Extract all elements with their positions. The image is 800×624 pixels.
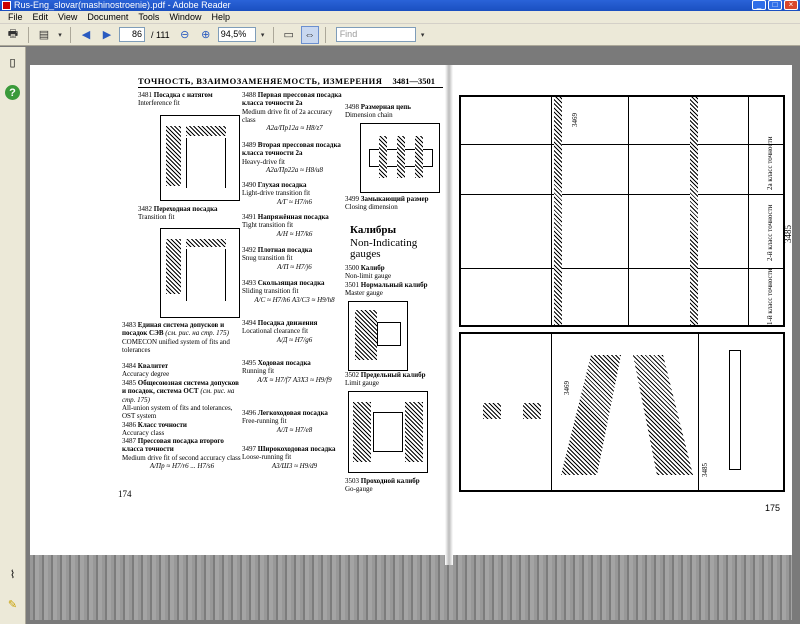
help-icon[interactable]: ? bbox=[5, 85, 20, 100]
table-rule bbox=[459, 268, 785, 269]
entry: 3503 Проходной калибр Go-gauge bbox=[345, 477, 420, 494]
page-number-left: 174 bbox=[118, 489, 132, 499]
hole-section-figure bbox=[483, 395, 541, 425]
next-page-icon[interactable]: ▶ bbox=[98, 26, 116, 44]
navigation-panel: ▯ ? ⌇ ✎ bbox=[0, 47, 26, 624]
menu-bar: File Edit View Document Tools Window Hel… bbox=[0, 11, 800, 24]
find-input[interactable]: Find bbox=[335, 27, 416, 42]
shaft-figure bbox=[721, 350, 751, 470]
toolbar-separator bbox=[272, 26, 274, 43]
entry: 3483 Единая система допусков и посадок С… bbox=[122, 321, 230, 354]
entry: 3501 Нормальный калибр Master gauge bbox=[345, 281, 428, 298]
minimize-button[interactable]: _ bbox=[752, 0, 766, 10]
master-gauge-figure bbox=[348, 301, 408, 371]
page-total: / 111 bbox=[151, 29, 170, 40]
page-number-input[interactable]: 86 bbox=[119, 27, 145, 42]
table-label: 2-й класс точности bbox=[766, 204, 774, 261]
hatched-band bbox=[554, 97, 562, 325]
entry: 3482 Переходная посадка Transition fit bbox=[138, 205, 218, 222]
menu-edit[interactable]: Edit bbox=[28, 11, 54, 23]
entry: 3502 Предельный калибр Limit gauge bbox=[345, 371, 426, 388]
attachments-icon[interactable]: ⌇ bbox=[5, 567, 20, 582]
entry: 3500 Калибр Non-limit gauge bbox=[345, 264, 392, 281]
page-number-right: 175 bbox=[765, 503, 781, 513]
dimension-chain-figure bbox=[360, 123, 440, 193]
entry: 3486 Класс точности Accuracy class bbox=[122, 421, 187, 438]
entry: 3489 Вторая прессовая посадка класса точ… bbox=[242, 141, 341, 174]
section-title-en: Non-Indicating gauges bbox=[350, 237, 418, 260]
table-rule bbox=[551, 332, 552, 492]
interference-fit-figure bbox=[160, 115, 240, 201]
limit-gauge-figure bbox=[348, 391, 428, 473]
header-rule bbox=[138, 87, 443, 88]
fits-table-frame bbox=[459, 95, 785, 327]
zoom-out-icon[interactable]: ⊖ bbox=[176, 26, 194, 44]
entry: 3493 Скользящая посадка Sliding transitio… bbox=[242, 279, 335, 304]
entry: 3481 Посадка с натягом Interference fit bbox=[138, 91, 213, 108]
pages-icon[interactable]: ▯ bbox=[5, 55, 20, 70]
entry: 3495 Ходовая посадка Running fit А/Х ≈ H7/… bbox=[242, 359, 332, 384]
header-range: 3481—3501 bbox=[392, 76, 436, 86]
save-copy-icon[interactable]: ▤ bbox=[35, 26, 53, 44]
maximize-button[interactable]: □ bbox=[768, 0, 782, 10]
menu-window[interactable]: Window bbox=[164, 11, 206, 23]
diagram-label: 3485 bbox=[701, 463, 709, 477]
zoom-input[interactable]: 94,5% bbox=[217, 27, 256, 42]
menu-help[interactable]: Help bbox=[206, 11, 235, 23]
toolbar-separator bbox=[28, 26, 29, 43]
entry: 3488 Первая прессовая посадка класса точ… bbox=[242, 91, 342, 133]
menu-view[interactable]: View bbox=[53, 11, 82, 23]
entry: 3490 Глухая посадка Light-drive transitio… bbox=[242, 181, 313, 206]
menu-document[interactable]: Document bbox=[82, 11, 133, 23]
table-rule bbox=[459, 144, 785, 145]
toolbar-separator bbox=[324, 26, 326, 43]
diagram-label: 3469 bbox=[563, 381, 571, 395]
table-label: 2а класс точности bbox=[766, 136, 774, 190]
table-label: 1-й класс точности bbox=[766, 268, 774, 325]
fit-page-icon[interactable]: ▭ bbox=[280, 26, 298, 44]
table-rule bbox=[459, 194, 785, 195]
page-header: ТОЧНОСТЬ, ВЗАИМОЗАМЕНЯЕМОСТЬ, ИЗМЕРЕНИЯ bbox=[138, 76, 383, 86]
comments-icon[interactable]: ✎ bbox=[5, 597, 20, 612]
previous-page-icon[interactable]: ◀ bbox=[77, 26, 95, 44]
right-page: 3469 2а класс точности 2-й класс точност… bbox=[453, 65, 793, 565]
hatched-band bbox=[690, 97, 698, 325]
entry: 3492 Плотная посадка Snug transition fit А… bbox=[242, 246, 313, 271]
entry: 3491 Напряжённая посадка Tight transition… bbox=[242, 213, 329, 238]
menu-file[interactable]: File bbox=[3, 11, 28, 23]
table-rule bbox=[748, 95, 749, 327]
entry: 3497 Широкоходовая посадка Loose-running … bbox=[242, 445, 336, 470]
entry: 3499 Замыкающий размер Closing dimension bbox=[345, 195, 429, 212]
menu-tools[interactable]: Tools bbox=[133, 11, 164, 23]
chevron-down-icon[interactable]: ▾ bbox=[56, 26, 64, 44]
table-label: 3469 bbox=[571, 113, 579, 127]
table-rule bbox=[698, 332, 699, 492]
section-title-ru: Калибры bbox=[350, 224, 397, 236]
title-bar: Rus-Eng_slovar(mashinostroenie).pdf - Ad… bbox=[0, 0, 800, 11]
table-rule bbox=[628, 95, 629, 327]
document-viewer[interactable]: ТОЧНОСТЬ, ВЗАИМОЗАМЕНЯЕМОСТЬ, ИЗМЕРЕНИЯ … bbox=[27, 47, 800, 624]
document-page: ТОЧНОСТЬ, ВЗАИМОЗАМЕНЯЕМОСТЬ, ИЗМЕРЕНИЯ … bbox=[30, 65, 793, 620]
toolbar-separator bbox=[70, 26, 71, 43]
entry: 3494 Посадка движения Locational clearanc… bbox=[242, 319, 318, 344]
toolbar: 🖶 ▤ ▾ ◀ ▶ 86 / 111 ⊖ ⊕ 94,5% ▾ ▭ ⇔ Find … bbox=[0, 24, 800, 46]
entry: 3484 Квалитет Accuracy degree bbox=[122, 362, 170, 379]
chevron-down-icon[interactable]: ▾ bbox=[419, 26, 427, 44]
print-icon[interactable]: 🖶 bbox=[4, 26, 22, 44]
entry: 3487 Прессовая посадка второго класса то… bbox=[122, 437, 241, 470]
close-button[interactable]: × bbox=[784, 0, 798, 10]
left-page: ТОЧНОСТЬ, ВЗАИМОЗАМЕНЯЕМОСТЬ, ИЗМЕРЕНИЯ … bbox=[30, 65, 445, 565]
table-label: 3485 bbox=[783, 225, 793, 243]
window-title: Rus-Eng_slovar(mashinostroenie).pdf - Ad… bbox=[14, 0, 231, 10]
zoom-in-icon[interactable]: ⊕ bbox=[197, 26, 215, 44]
fit-width-icon[interactable]: ⇔ bbox=[300, 25, 319, 44]
entry: 3498 Размерная цепь Dimension chain bbox=[345, 103, 411, 120]
entry: 3496 Легкоходовая посадка Free-running fi… bbox=[242, 409, 328, 434]
chevron-down-icon[interactable]: ▾ bbox=[259, 26, 267, 44]
transition-fit-figure bbox=[160, 228, 240, 318]
adobe-reader-icon bbox=[2, 1, 11, 10]
table-rule bbox=[551, 95, 552, 327]
entry: 3485 Общесоюзная система допусков и поса… bbox=[122, 379, 239, 421]
